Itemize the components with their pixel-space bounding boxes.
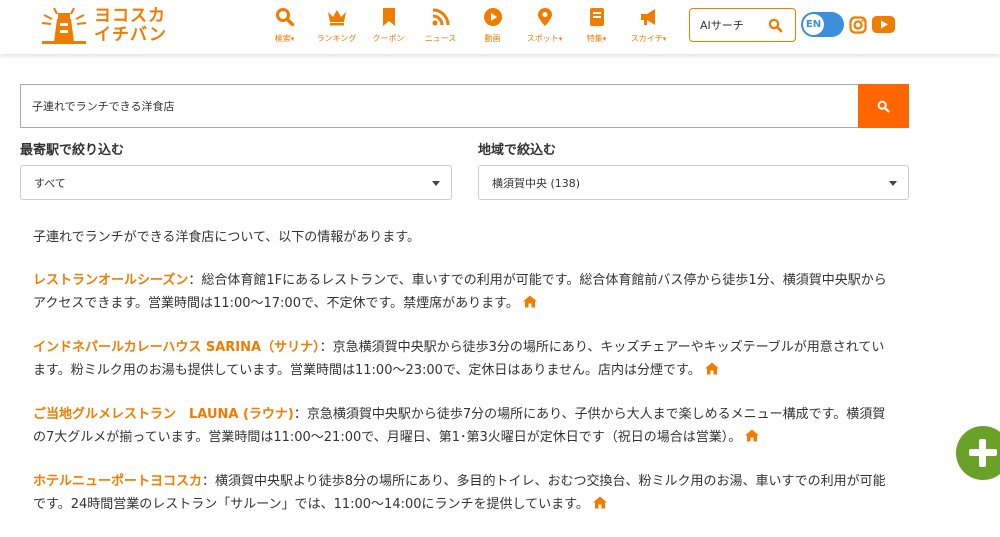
logo-text-line1: ヨコスカ: [94, 6, 166, 26]
nav-label: クーポン: [372, 34, 405, 43]
search-icon: [877, 100, 890, 113]
nav-label: 検索: [274, 34, 291, 43]
bookmark-icon: [382, 8, 395, 26]
nav-spot[interactable]: スポット▾: [522, 4, 567, 48]
rss-icon: [432, 8, 449, 26]
search-input[interactable]: 子連れでランチできる洋食店: [20, 84, 858, 128]
ai-answer: 子連れでランチができる洋食店について、以下の情報があります。 レストランオールシ…: [33, 226, 895, 537]
station-filter-label: 最寄駅で絞り込む: [20, 143, 125, 158]
crown-icon: [327, 10, 346, 26]
answer-intro: 子連れでランチができる洋食店について、以下の情報があります。: [33, 230, 421, 245]
caret-down-icon: [889, 181, 897, 186]
nav-ranking[interactable]: ランキング: [314, 4, 359, 48]
station-select-value: すべて: [34, 176, 66, 190]
search-bar: 子連れでランチできる洋食店: [20, 84, 909, 128]
caret-down-icon: [432, 181, 440, 186]
map-pin-icon: [537, 8, 552, 26]
nav-video[interactable]: 動画: [470, 4, 515, 48]
home-icon[interactable]: [704, 362, 719, 375]
nav-label: 特集: [586, 34, 603, 43]
language-toggle[interactable]: EN: [801, 12, 844, 37]
nav-label: スポット: [526, 34, 559, 43]
shop-link[interactable]: レストランオールシーズン: [33, 273, 188, 288]
chevron-down-icon: ▾: [602, 35, 607, 43]
shop-link[interactable]: ご当地グルメレストラン LAUNA (ラウナ): [33, 407, 294, 422]
nav-label: 動画: [484, 34, 501, 43]
list-item: ご当地グルメレストラン LAUNA (ラウナ)：京急横須賀中央駅から徒歩7分の場…: [33, 403, 895, 449]
home-icon[interactable]: [592, 496, 607, 509]
main-nav: 検索▾ ランキング クーポン ニュース 動画 スポット▾ 特集▾ スカイチ▾: [262, 4, 678, 48]
play-icon: [483, 8, 502, 26]
add-button[interactable]: [956, 426, 1000, 480]
chevron-down-icon: ▾: [662, 35, 667, 43]
chevron-down-icon: ▾: [290, 35, 295, 43]
search-icon: [768, 18, 783, 32]
youtube-icon[interactable]: [872, 16, 895, 33]
list-item: レストランオールシーズン：総合体育館1Fにあるレストランで、車いすでの利用が可能…: [33, 269, 895, 315]
nav-news[interactable]: ニュース: [418, 4, 463, 48]
search-icon: [275, 8, 294, 27]
area-select-value: 横須賀中央 (138): [492, 176, 581, 190]
area-select[interactable]: 横須賀中央 (138): [478, 165, 909, 200]
nav-feature[interactable]: 特集▾: [574, 4, 619, 48]
nav-coupon[interactable]: クーポン: [366, 4, 411, 48]
site-logo[interactable]: ヨコスカ イチバン: [38, 4, 183, 46]
book-icon: [589, 8, 604, 26]
search-button[interactable]: [858, 84, 909, 128]
language-toggle-label: EN: [803, 14, 824, 35]
list-item: ホテルニューポートヨコスカ：横須賀中央駅より徒歩8分の場所にあり、多目的トイレ、…: [33, 470, 895, 516]
area-filter-label: 地域で絞込む: [478, 143, 557, 158]
instagram-icon[interactable]: [849, 16, 867, 34]
nav-label: ニュース: [424, 34, 457, 43]
site-header: ヨコスカ イチバン 検索▾ ランキング クーポン ニュース 動画 スポット▾ 特…: [0, 0, 1000, 54]
home-icon[interactable]: [745, 429, 760, 442]
home-icon[interactable]: [522, 295, 537, 308]
shop-link[interactable]: インドネパールカレーハウス SARINA（サリナ）: [33, 340, 320, 355]
nav-label: ランキング: [316, 34, 357, 43]
nav-search[interactable]: 検索▾: [262, 4, 307, 48]
ai-search-button[interactable]: AIサーチ: [689, 8, 796, 42]
nav-label: スカイチ: [630, 34, 663, 43]
megaphone-icon: [640, 9, 655, 25]
ai-search-label: AIサーチ: [700, 19, 744, 32]
logo-wordmark: ヨコスカ イチバン: [94, 5, 179, 45]
nav-sukaichi[interactable]: スカイチ▾: [626, 4, 671, 48]
chevron-down-icon: ▾: [558, 35, 563, 43]
station-select[interactable]: すべて: [20, 165, 452, 200]
shop-link[interactable]: ホテルニューポートヨコスカ: [33, 474, 202, 489]
lighthouse-logo-icon: [38, 5, 90, 45]
logo-text-line2: イチバン: [94, 25, 167, 45]
list-item: インドネパールカレーハウス SARINA（サリナ）：京急横須賀中央駅から徒歩3分…: [33, 336, 895, 382]
